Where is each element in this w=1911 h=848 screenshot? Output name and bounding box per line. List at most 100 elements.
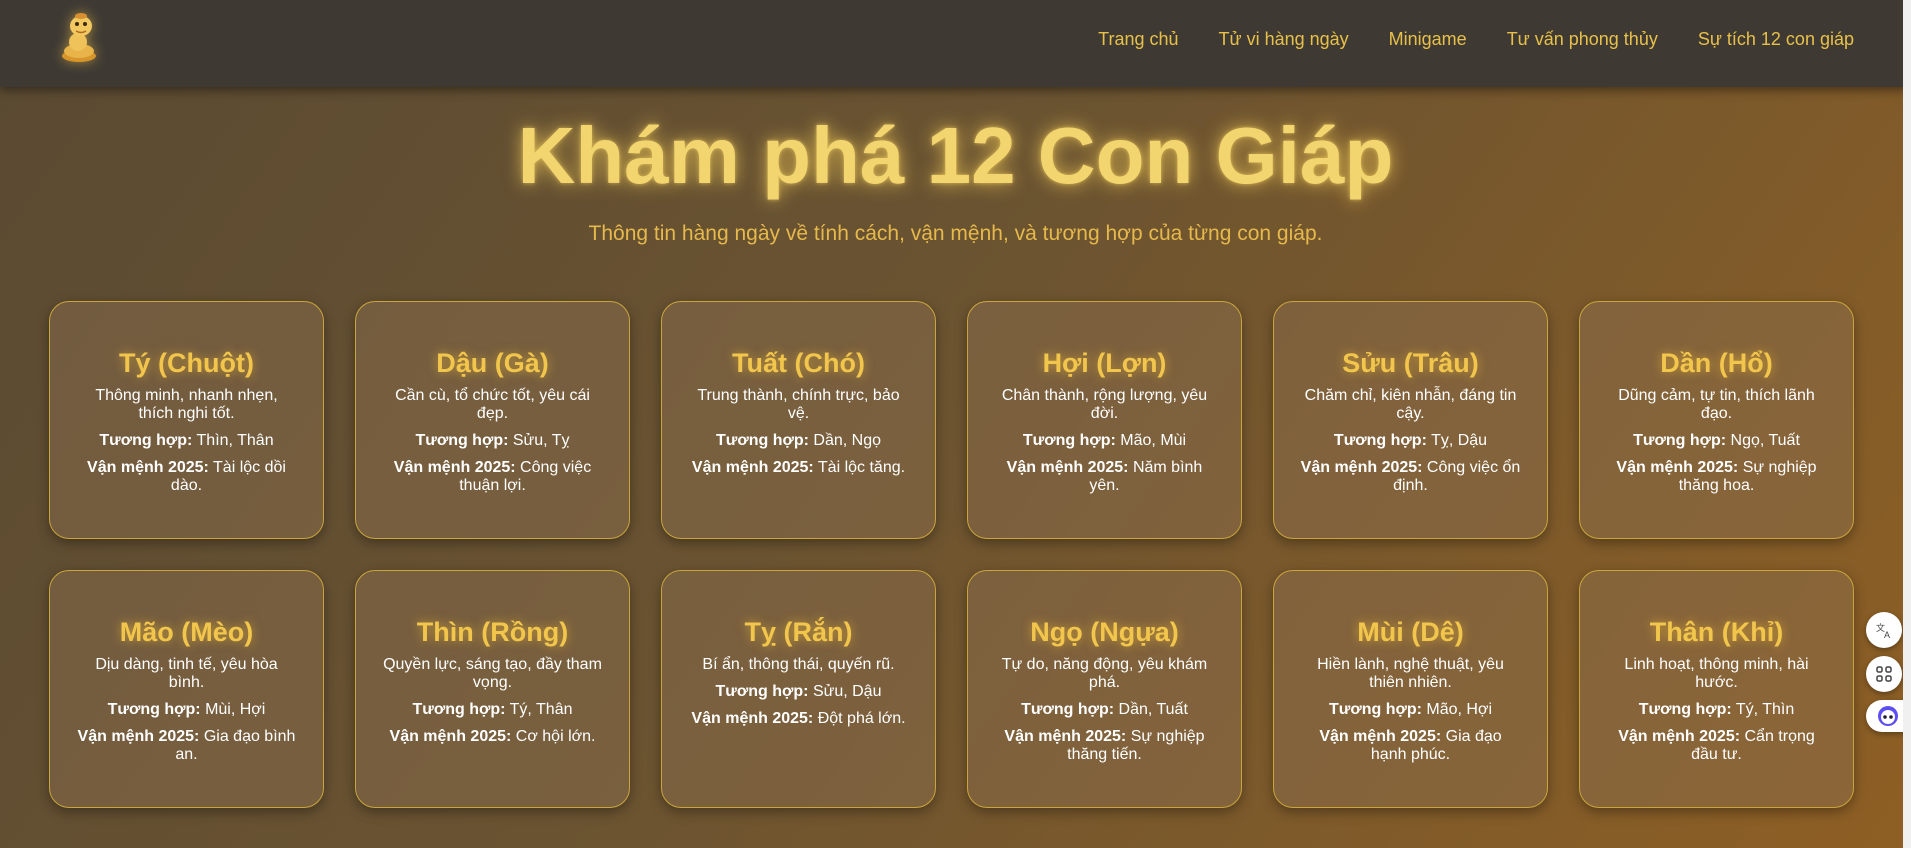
zodiac-card-than-khi[interactable]: Thân (Khỉ) Linh hoạt, thông minh, hài hư… bbox=[1579, 570, 1854, 808]
card-compat: Tương hợp: Ngọ, Tuất bbox=[1606, 432, 1827, 450]
compat-label: Tương hợp: bbox=[107, 701, 201, 718]
zodiac-card-dau-ga[interactable]: Dậu (Gà) Cần cù, tổ chức tốt, yêu cái đẹ… bbox=[355, 301, 630, 539]
card-description: Dịu dàng, tinh tế, yêu hòa bình. bbox=[95, 656, 278, 691]
card-compat: Tương hợp: Tý, Thân bbox=[382, 701, 603, 719]
compat-value: Tý, Thân bbox=[505, 701, 573, 718]
fortune-value: Đột phá lớn. bbox=[813, 710, 906, 727]
compat-label: Tương hợp: bbox=[715, 432, 809, 449]
card-fortune: Vận mệnh 2025: Cẩn trọng đầu tư. bbox=[1606, 728, 1827, 764]
fortune-label: Vận mệnh 2025: bbox=[1004, 728, 1127, 745]
compat-value: Mão, Hợi bbox=[1421, 701, 1493, 718]
fortune-label: Vận mệnh 2025: bbox=[87, 459, 209, 476]
card-description: Linh hoạt, thông minh, hài hước. bbox=[1624, 656, 1809, 691]
fortune-label: Vận mệnh 2025: bbox=[389, 728, 512, 745]
compat-value: Dần, Tuất bbox=[1114, 701, 1188, 718]
fortune-label: Vận mệnh 2025: bbox=[393, 459, 516, 476]
zodiac-card-ty-chuot[interactable]: Tý (Chuột) Thông minh, nhanh nhẹn, thích… bbox=[49, 301, 324, 539]
card-title: Dần (Hổ) bbox=[1660, 348, 1773, 378]
card-fortune: Vận mệnh 2025: Sự nghiệp thăng tiến. bbox=[994, 728, 1215, 764]
card-fortune: Vận mệnh 2025: Tài lộc dồi dào. bbox=[76, 459, 297, 495]
card-fortune: Vận mệnh 2025: Sự nghiệp thăng hoa. bbox=[1606, 459, 1827, 495]
card-description: Quyền lực, sáng tạo, đầy tham vọng. bbox=[383, 656, 602, 691]
zodiac-card-suu-trau[interactable]: Sửu (Trâu) Chăm chỉ, kiên nhẫn, đáng tin… bbox=[1273, 301, 1548, 539]
card-description: Dũng cảm, tự tin, thích lãnh đạo. bbox=[1618, 387, 1815, 422]
zodiac-card-tuat-cho[interactable]: Tuất (Chó) Trung thành, chính trực, bảo … bbox=[661, 301, 936, 539]
page-scrollbar[interactable] bbox=[1903, 0, 1911, 848]
compat-label: Tương hợp: bbox=[99, 432, 193, 449]
card-title: Mùi (Dê) bbox=[1357, 617, 1464, 647]
compat-value: Tý, Thìn bbox=[1731, 701, 1795, 718]
zodiac-card-hoi-lon[interactable]: Hợi (Lợn) Chân thành, rộng lượng, yêu đờ… bbox=[967, 301, 1242, 539]
card-description: Chăm chỉ, kiên nhẫn, đáng tin cậy. bbox=[1304, 387, 1517, 422]
card-compat: Tương hợp: Mùi, Hợi bbox=[76, 701, 297, 719]
apps-icon[interactable] bbox=[1866, 656, 1902, 692]
fortune-label: Vận mệnh 2025: bbox=[1618, 728, 1741, 745]
card-compat: Tương hợp: Mão, Hợi bbox=[1300, 701, 1521, 719]
card-description: Cần cù, tổ chức tốt, yêu cái đẹp. bbox=[395, 387, 590, 422]
nav-zodiac-legend[interactable]: Sự tích 12 con giáp bbox=[1698, 29, 1854, 50]
zodiac-card-mao-meo[interactable]: Mão (Mèo) Dịu dàng, tinh tế, yêu hòa bìn… bbox=[49, 570, 324, 808]
compat-label: Tương hợp: bbox=[415, 432, 509, 449]
compat-label: Tương hợp: bbox=[412, 701, 506, 718]
card-fortune: Vận mệnh 2025: Đột phá lớn. bbox=[688, 710, 909, 728]
card-title: Tý (Chuột) bbox=[119, 348, 254, 378]
card-title: Ngọ (Ngựa) bbox=[1030, 617, 1179, 647]
card-compat: Tương hợp: Dần, Ngọ bbox=[688, 432, 909, 450]
card-description: Thông minh, nhanh nhẹn, thích nghi tốt. bbox=[95, 387, 278, 422]
card-description: Hiền lành, nghệ thuật, yêu thiên nhiên. bbox=[1317, 656, 1504, 691]
compat-label: Tương hợp: bbox=[1021, 701, 1115, 718]
card-title: Sửu (Trâu) bbox=[1342, 348, 1479, 378]
fortune-label: Vận mệnh 2025: bbox=[691, 710, 814, 727]
card-compat: Tương hợp: Tỵ, Dậu bbox=[1300, 432, 1521, 450]
card-compat: Tương hợp: Mão, Mùi bbox=[994, 432, 1215, 450]
top-navbar: Trang chủ Tử vi hàng ngày Minigame Tư vấ… bbox=[0, 0, 1911, 87]
compat-value: Mão, Mùi bbox=[1115, 432, 1187, 449]
fortune-label: Vận mệnh 2025: bbox=[1616, 459, 1739, 476]
compat-value: Sửu, Dậu bbox=[808, 683, 882, 700]
card-description: Trung thành, chính trực, bảo vệ. bbox=[697, 387, 900, 422]
nav-minigame[interactable]: Minigame bbox=[1389, 29, 1467, 50]
compat-value: Mùi, Hợi bbox=[200, 701, 266, 718]
card-fortune: Vận mệnh 2025: Công việc ổn định. bbox=[1300, 459, 1521, 495]
snake-logo-icon[interactable] bbox=[48, 6, 110, 66]
page-title: Khám phá 12 Con Giáp bbox=[517, 111, 1394, 200]
zodiac-card-thin-rong[interactable]: Thìn (Rồng) Quyền lực, sáng tạo, đầy tha… bbox=[355, 570, 630, 808]
card-title: Mão (Mèo) bbox=[119, 617, 254, 647]
fortune-label: Vận mệnh 2025: bbox=[1300, 459, 1423, 476]
compat-value: Ngọ, Tuất bbox=[1726, 432, 1800, 449]
zodiac-card-mui-de[interactable]: Mùi (Dê) Hiền lành, nghệ thuật, yêu thiê… bbox=[1273, 570, 1548, 808]
card-description: Chân thành, rộng lượng, yêu đời. bbox=[1001, 387, 1208, 422]
zodiac-card-ty-ran[interactable]: Tỵ (Rắn) Bí ẩn, thông thái, quyến rũ. Tư… bbox=[661, 570, 936, 808]
compat-label: Tương hợp: bbox=[1328, 701, 1422, 718]
card-compat: Tương hợp: Sửu, Dậu bbox=[688, 683, 909, 701]
card-title: Tỵ (Rắn) bbox=[744, 617, 853, 647]
card-title: Thân (Khỉ) bbox=[1649, 617, 1784, 647]
card-fortune: Vận mệnh 2025: Cơ hội lớn. bbox=[382, 728, 603, 746]
fortune-label: Vận mệnh 2025: bbox=[691, 459, 814, 476]
zodiac-card-dan-ho[interactable]: Dần (Hổ) Dũng cảm, tự tin, thích lãnh đạ… bbox=[1579, 301, 1854, 539]
card-title: Tuất (Chó) bbox=[732, 348, 865, 378]
card-description: Tự do, năng động, yêu khám phá. bbox=[1001, 656, 1208, 691]
card-compat: Tương hợp: Thìn, Thân bbox=[76, 432, 297, 450]
compat-label: Tương hợp: bbox=[1633, 432, 1727, 449]
compat-label: Tương hợp: bbox=[1638, 701, 1732, 718]
card-compat: Tương hợp: Dần, Tuất bbox=[994, 701, 1215, 719]
side-tools: 文 A bbox=[1862, 612, 1910, 732]
card-fortune: Vận mệnh 2025: Gia đạo bình an. bbox=[76, 728, 297, 764]
card-description: Bí ẩn, thông thái, quyến rũ. bbox=[702, 656, 895, 673]
nav-home[interactable]: Trang chủ bbox=[1098, 29, 1178, 50]
card-title: Hợi (Lợn) bbox=[1042, 348, 1167, 378]
translate-icon[interactable]: 文 A bbox=[1866, 612, 1902, 648]
compat-label: Tương hợp: bbox=[715, 683, 809, 700]
zodiac-card-ngo-ngua[interactable]: Ngọ (Ngựa) Tự do, năng động, yêu khám ph… bbox=[967, 570, 1242, 808]
fortune-label: Vận mệnh 2025: bbox=[77, 728, 200, 745]
nav-fengshui[interactable]: Tư vấn phong thủy bbox=[1507, 29, 1658, 50]
svg-text:A: A bbox=[1884, 630, 1890, 640]
fortune-label: Vận mệnh 2025: bbox=[1006, 459, 1129, 476]
card-fortune: Vận mệnh 2025: Năm bình yên. bbox=[994, 459, 1215, 495]
card-fortune: Vận mệnh 2025: Tài lộc tăng. bbox=[688, 459, 909, 477]
nav-daily-horoscope[interactable]: Tử vi hàng ngày bbox=[1219, 29, 1349, 50]
card-title: Dậu (Gà) bbox=[436, 348, 549, 378]
fortune-label: Vận mệnh 2025: bbox=[1319, 728, 1442, 745]
compat-label: Tương hợp: bbox=[1022, 432, 1116, 449]
